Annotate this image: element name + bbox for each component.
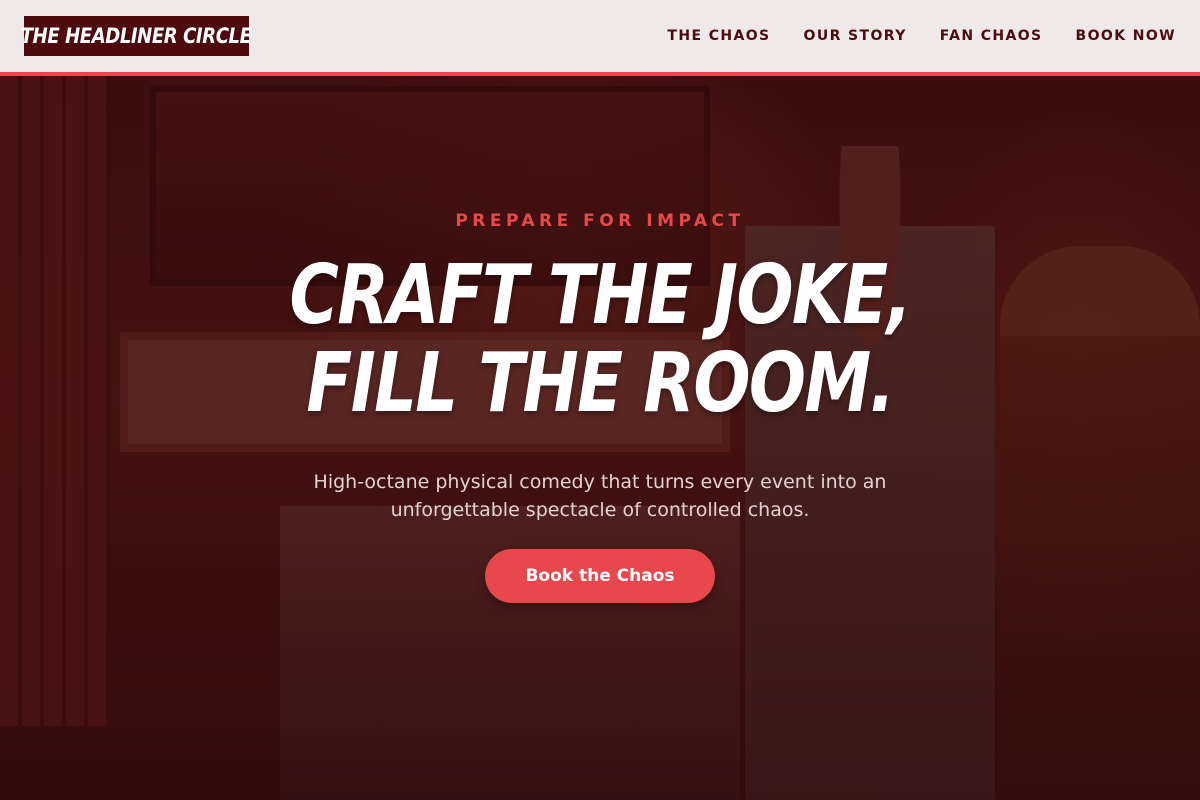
nav-link-our-story[interactable]: OUR STORY bbox=[804, 28, 907, 44]
hero-headline: CRAFT THE JOKE, FILL THE ROOM. bbox=[108, 252, 1092, 428]
logo-text: THE HEADLINER CIRCLE bbox=[21, 24, 252, 48]
hero-subtext: High-octane physical comedy that turns e… bbox=[313, 471, 887, 521]
book-the-chaos-button[interactable]: Book the Chaos bbox=[485, 549, 715, 603]
main-nav: THE CHAOS OUR STORY FAN CHAOS BOOK NOW bbox=[667, 0, 1176, 72]
nav-link-fan-chaos[interactable]: FAN CHAOS bbox=[940, 28, 1043, 44]
nav-link-the-chaos[interactable]: THE CHAOS bbox=[667, 28, 770, 44]
hero-headline-line-1: CRAFT THE JOKE, bbox=[289, 248, 912, 343]
hero-content: PREPARE FOR IMPACT CRAFT THE JOKE, FILL … bbox=[0, 76, 1200, 800]
hero-eyebrow: PREPARE FOR IMPACT bbox=[455, 211, 745, 231]
hero-headline-line-2: FILL THE ROOM. bbox=[306, 336, 895, 431]
site-header: THE HEADLINER CIRCLE THE CHAOS OUR STORY… bbox=[0, 0, 1200, 76]
nav-link-book-now[interactable]: BOOK NOW bbox=[1076, 28, 1176, 44]
site-logo[interactable]: THE HEADLINER CIRCLE bbox=[21, 16, 252, 56]
